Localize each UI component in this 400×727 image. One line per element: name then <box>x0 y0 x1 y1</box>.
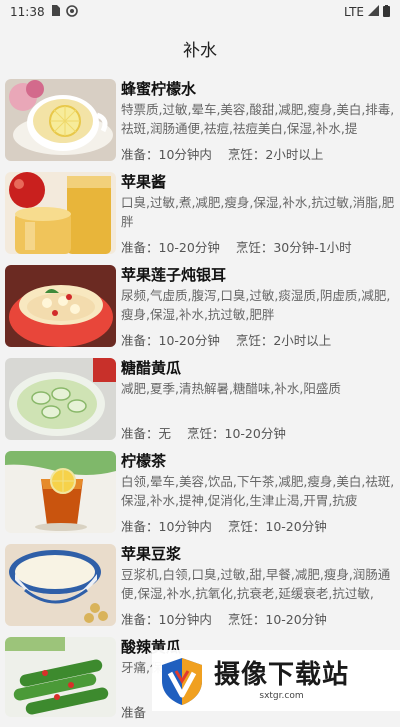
battery-icon <box>383 4 390 20</box>
sim-card-icon <box>51 5 60 19</box>
recipe-title: 苹果酱 <box>121 173 167 191</box>
recipe-item-apple-soymilk[interactable]: 苹果豆浆 豆浆机,白领,口臭,过敏,甜,早餐,减肥,瘦身,润肠通便,保湿,补水,… <box>0 541 400 634</box>
recipe-title: 糖醋黄瓜 <box>121 359 182 377</box>
prep-time: 准备：10-20分钟 <box>121 240 220 255</box>
page-title: 补水 <box>183 40 217 61</box>
prep-time: 准备：10-20分钟 <box>121 333 220 348</box>
prep-time: 准备：10分钟内 <box>121 612 212 627</box>
recipe-info: 柠檬茶 白领,晕车,美容,饮品,下午茶,减肥,瘦身,美白,祛斑,保湿,补水,提神… <box>121 451 395 539</box>
recipe-thumbnail <box>5 637 116 717</box>
watermark-overlay: 摄像下载站 sxtgr.com <box>152 650 400 711</box>
recipe-info: 苹果酱 口臭,过敏,煮,减肥,瘦身,保湿,补水,抗过敏,消脂,肥胖 准备：10-… <box>121 172 395 260</box>
recipe-title: 蜂蜜柠檬水 <box>121 80 197 98</box>
recipe-title: 苹果莲子炖银耳 <box>121 266 227 284</box>
recipe-info: 糖醋黄瓜 减肥,夏季,清热解暑,糖醋味,补水,阳盛质 准备：无 烹饪：10-20… <box>121 358 395 446</box>
recipe-thumbnail <box>5 172 116 254</box>
recipe-thumbnail <box>5 79 116 161</box>
watermark-url: sxtgr.com <box>259 691 304 701</box>
recipe-item-apple-lotus-tremella[interactable]: 苹果莲子炖银耳 尿频,气虚质,腹泻,口臭,过敏,痰湿质,阴虚质,减肥,瘦身,保湿… <box>0 262 400 355</box>
cook-time: 烹饪：30分钟-1小时 <box>235 240 352 255</box>
recipe-title: 柠檬茶 <box>121 452 167 470</box>
recipe-thumbnail <box>5 544 116 626</box>
prep-time: 准备 <box>121 705 147 720</box>
recipe-item-honey-lemon-water[interactable]: 蜂蜜柠檬水 特票质,过敏,晕车,美容,酸甜,减肥,瘦身,美白,排毒,祛斑,润肠通… <box>0 76 400 169</box>
cook-time: 烹饪：2小时以上 <box>227 147 324 162</box>
recipe-info: 蜂蜜柠檬水 特票质,过敏,晕车,美容,酸甜,减肥,瘦身,美白,排毒,祛斑,润肠通… <box>121 79 395 167</box>
recipe-meta: 准备：10-20分钟 烹饪：2小时以上 <box>121 330 343 349</box>
recipe-title: 苹果豆浆 <box>121 545 182 563</box>
prep-time: 准备：10分钟内 <box>121 147 212 162</box>
recipe-item-lemon-tea[interactable]: 柠檬茶 白领,晕车,美容,饮品,下午茶,减肥,瘦身,美白,祛斑,保湿,补水,提神… <box>0 448 400 541</box>
cook-time: 烹饪：10-20分钟 <box>187 426 286 441</box>
watermark-text: 摄像下载站 sxtgr.com <box>214 660 349 701</box>
status-time: 11:38 <box>10 5 45 19</box>
recipe-meta: 准备：无 烹饪：10-20分钟 <box>121 423 298 442</box>
recipe-info: 苹果豆浆 豆浆机,白领,口臭,过敏,甜,早餐,减肥,瘦身,润肠通便,保湿,补水,… <box>121 544 395 632</box>
cook-time: 烹饪：10-20分钟 <box>227 612 327 627</box>
page-header: 补水 <box>0 24 400 72</box>
recipe-thumbnail <box>5 451 116 533</box>
recipe-thumbnail <box>5 265 116 347</box>
recipe-info: 苹果莲子炖银耳 尿频,气虚质,腹泻,口臭,过敏,痰湿质,阴虚质,减肥,瘦身,保湿… <box>121 265 395 353</box>
recipe-thumbnail <box>5 358 116 440</box>
cook-time: 烹饪：10-20分钟 <box>227 519 327 534</box>
recipe-meta: 准备：10分钟内 烹饪：2小时以上 <box>121 144 335 163</box>
signal-icon <box>368 5 379 19</box>
recipe-meta: 准备：10-20分钟 烹饪：30分钟-1小时 <box>121 237 364 256</box>
shield-logo-icon <box>156 655 208 707</box>
prep-time: 准备：10分钟内 <box>121 519 212 534</box>
recipe-item-sweet-sour-cucumber[interactable]: 糖醋黄瓜 减肥,夏季,清热解暑,糖醋味,补水,阳盛质 准备：无 烹饪：10-20… <box>0 355 400 448</box>
sync-icon <box>65 4 78 20</box>
status-bar: 11:38 LTE <box>0 0 400 24</box>
cook-time: 烹饪：2小时以上 <box>235 333 332 348</box>
recipe-item-apple-jam[interactable]: 苹果酱 口臭,过敏,煮,减肥,瘦身,保湿,补水,抗过敏,消脂,肥胖 准备：10-… <box>0 169 400 262</box>
network-label: LTE <box>344 5 364 19</box>
watermark-title: 摄像下载站 <box>214 660 350 690</box>
recipe-meta: 准备：10分钟内 烹饪：10-20分钟 <box>121 516 339 535</box>
recipe-meta: 准备：10分钟内 烹饪：10-20分钟 <box>121 609 339 628</box>
prep-time: 准备：无 <box>121 426 172 441</box>
